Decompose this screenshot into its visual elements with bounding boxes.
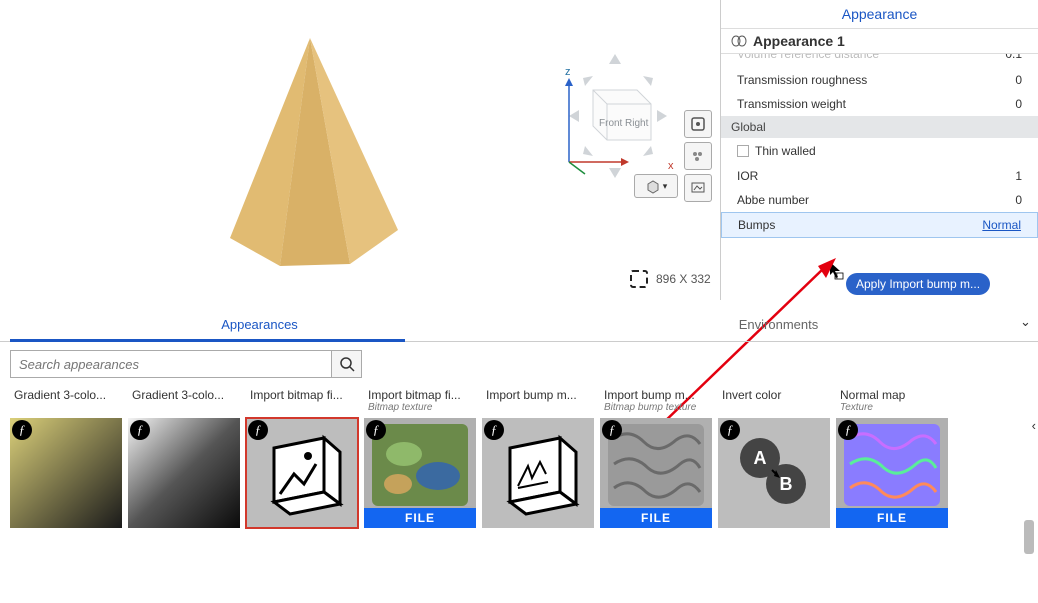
- thumb-image: ƒ: [482, 418, 594, 528]
- thumb-bump-tex[interactable]: Import bump m...Bitmap bump texture ƒ FILE: [600, 386, 712, 528]
- thumb-title: Import bitmap fi...: [368, 388, 461, 402]
- appearance-name: Appearance 1: [753, 33, 845, 49]
- prop-transmission-roughness[interactable]: Transmission roughness 0: [721, 68, 1038, 92]
- axis-x-label: x: [668, 160, 674, 172]
- tab-environments[interactable]: Environments: [519, 308, 1038, 341]
- library-tabstrip: Appearances Environments: [0, 308, 1038, 342]
- svg-text:A: A: [754, 448, 767, 468]
- thumb-image: ƒ FILE: [364, 418, 476, 528]
- cursor-icon: [830, 262, 844, 280]
- render-options-button[interactable]: [684, 174, 712, 202]
- library-panel: Appearances Environments Gradient 3-colo…: [0, 308, 1038, 603]
- thumb-normal[interactable]: Normal mapTexture ƒ FILE: [836, 386, 948, 528]
- prop-label: IOR: [737, 169, 758, 183]
- thumbnail-strip: Gradient 3-colo...ƒGradient 3-colo...ƒIm…: [0, 386, 1038, 528]
- fx-badge-icon: ƒ: [602, 420, 622, 440]
- prop-value: 0.1: [1005, 54, 1022, 61]
- thumb-grad-g[interactable]: Gradient 3-colo... ƒ: [128, 386, 240, 528]
- orientation-cube[interactable]: Front Right z x: [555, 52, 675, 182]
- file-badge: FILE: [600, 508, 712, 528]
- axis-z-label: z: [565, 66, 571, 78]
- prop-abbe[interactable]: Abbe number 0: [721, 188, 1038, 212]
- svg-text:Front: Front: [599, 118, 623, 129]
- prop-value: 0: [1015, 97, 1022, 111]
- thumb-title: Import bitmap fi...: [250, 388, 343, 402]
- thumb-image: ƒ FILE: [600, 418, 712, 528]
- prop-label: Volume reference distance: [737, 54, 879, 61]
- prop-value: 0: [1015, 193, 1022, 207]
- fx-badge-icon: ƒ: [248, 420, 268, 440]
- thumb-subtitle: Texture: [840, 402, 944, 413]
- viewport-dimensions: 896 X 332: [630, 270, 711, 288]
- thumb-title: Gradient 3-colo...: [14, 388, 106, 402]
- thin-walled-label: Thin walled: [755, 144, 816, 158]
- bumps-value-link[interactable]: Normal: [982, 218, 1021, 232]
- search-input[interactable]: [11, 351, 331, 377]
- panel-caret-icon[interactable]: ‹: [1032, 418, 1036, 433]
- thumb-title: Import bump m...: [486, 388, 577, 402]
- prop-value: 0: [1015, 73, 1022, 87]
- search-bar: [10, 350, 362, 378]
- active-tab-underline: [10, 339, 405, 342]
- thumb-title: Gradient 3-colo...: [132, 388, 224, 402]
- fx-badge-icon: ƒ: [838, 420, 858, 440]
- thumb-invert[interactable]: Invert color ABƒ: [718, 386, 830, 528]
- viewport-toolbar: [684, 110, 716, 206]
- thumb-bitmap[interactable]: Import bitmap fi...Bitmap texture ƒ FILE: [364, 386, 476, 528]
- thumb-subtitle: Bitmap texture: [368, 402, 472, 413]
- thumb-image: ƒ: [246, 418, 358, 528]
- model-pyramid: [210, 38, 410, 278]
- view-mode-button[interactable]: [684, 110, 712, 138]
- section-global-header: Global: [721, 116, 1038, 138]
- scrollbar-thumb[interactable]: [1024, 520, 1034, 554]
- viewport-3d[interactable]: Front Right z x ▾ 896 X 332: [0, 0, 720, 300]
- tab-appearances[interactable]: Appearances: [0, 308, 519, 341]
- appearance-item-header[interactable]: Appearance 1: [721, 28, 1038, 54]
- drop-tooltip: Apply Import bump m...: [846, 273, 990, 295]
- prop-label: Transmission roughness: [737, 73, 867, 87]
- thumb-title: Invert color: [722, 388, 781, 402]
- thumb-image: ƒ FILE: [836, 418, 948, 528]
- thumb-image: ƒ: [10, 418, 122, 528]
- fx-badge-icon: ƒ: [484, 420, 504, 440]
- display-options-button[interactable]: [684, 142, 712, 170]
- prop-transmission-weight[interactable]: Transmission weight 0: [721, 92, 1038, 116]
- panel-tab-appearance[interactable]: Appearance: [721, 0, 1038, 28]
- prop-ior[interactable]: IOR 1: [721, 164, 1038, 188]
- file-badge: FILE: [836, 508, 948, 528]
- thumb-title: Normal map: [840, 388, 905, 402]
- prop-label: Transmission weight: [737, 97, 846, 111]
- view-cube-dropdown[interactable]: ▾: [634, 174, 678, 198]
- thumb-image: ƒ: [128, 418, 240, 528]
- appearance-panel: Appearance Appearance 1 Volume reference…: [720, 0, 1038, 300]
- prop-bumps[interactable]: Bumps Normal: [721, 212, 1038, 238]
- thumb-cube-bump[interactable]: Import bump m... ƒ: [482, 386, 594, 528]
- svg-text:Right: Right: [625, 118, 649, 129]
- prop-label: Abbe number: [737, 193, 809, 207]
- fx-badge-icon: ƒ: [720, 420, 740, 440]
- fx-badge-icon: ƒ: [366, 420, 386, 440]
- bumps-label: Bumps: [738, 218, 775, 232]
- search-icon: [339, 356, 355, 372]
- prop-value: 1: [1015, 169, 1022, 183]
- svg-text:B: B: [780, 474, 793, 494]
- fit-frame-icon: [630, 270, 648, 288]
- thumb-title: Import bump m...: [604, 388, 695, 402]
- dimensions-text: 896 X 332: [656, 272, 711, 286]
- appearance-icon: [731, 35, 747, 47]
- fx-badge-icon: ƒ: [12, 420, 32, 440]
- thumb-image: ABƒ: [718, 418, 830, 528]
- thumb-cube-img[interactable]: Import bitmap fi... ƒ: [246, 386, 358, 528]
- file-badge: FILE: [364, 508, 476, 528]
- thin-walled-checkbox[interactable]: [737, 145, 749, 157]
- search-button[interactable]: [331, 351, 361, 377]
- thumb-subtitle: Bitmap bump texture: [604, 402, 708, 413]
- fx-badge-icon: ƒ: [130, 420, 150, 440]
- thumb-grad-y[interactable]: Gradient 3-colo... ƒ: [10, 386, 122, 528]
- prop-thin-walled[interactable]: Thin walled: [721, 138, 1038, 164]
